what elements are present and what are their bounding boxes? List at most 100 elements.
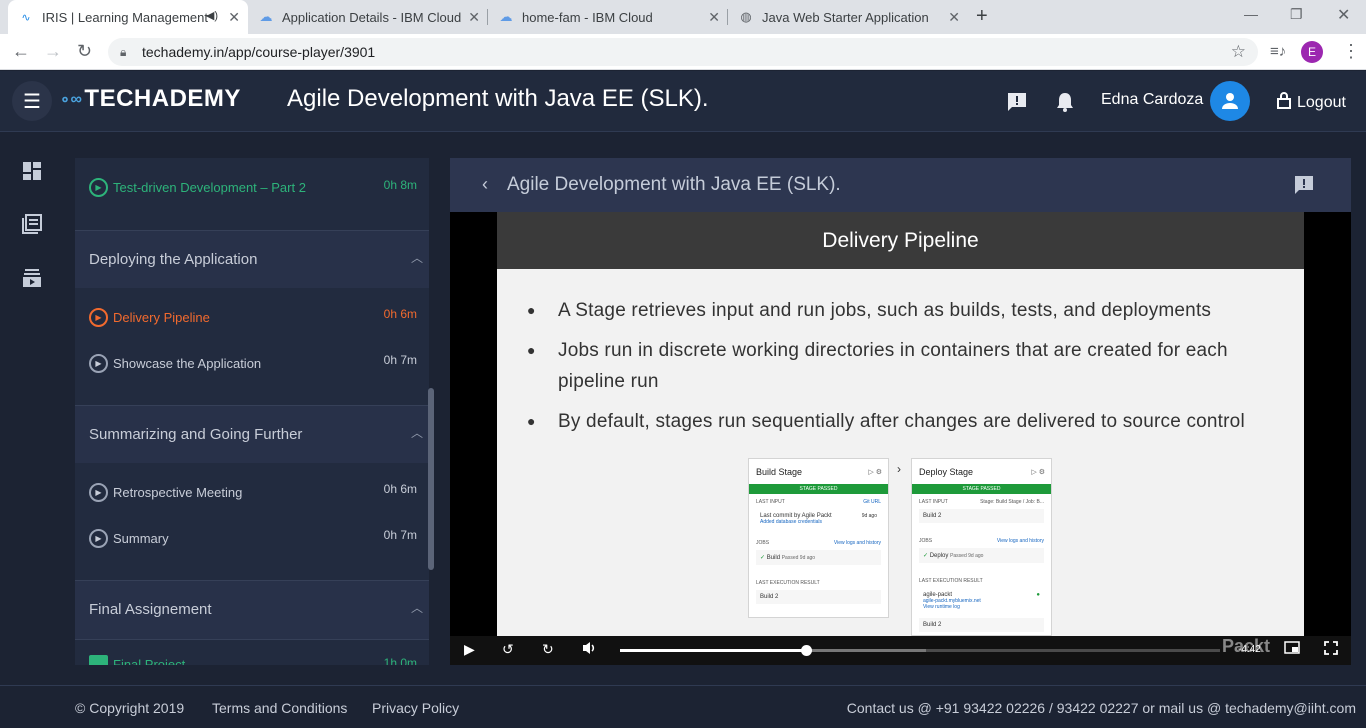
feedback-icon[interactable] (1006, 91, 1028, 119)
chevron-up-icon: ︿ (410, 251, 423, 265)
play-icon[interactable]: ▶ (464, 641, 475, 658)
video-library-icon[interactable] (20, 266, 44, 290)
section-label: LAST EXECUTION RESULT (756, 580, 820, 586)
browser-tab-iris[interactable]: ∿ IRIS | Learning Management ◀) ✕ (8, 0, 248, 34)
browser-tab-java[interactable]: ◍ Java Web Starter Application ✕ (728, 0, 968, 34)
video-frame[interactable]: Delivery Pipeline ● A Stage retrieves inp… (497, 212, 1304, 636)
section-header[interactable]: Final Assignement ︿ (75, 580, 429, 640)
browser-menu-icon[interactable]: ⋮ (1342, 41, 1360, 62)
job-row: ✓ Deploy Passed 9d ago (919, 548, 1044, 563)
lesson-item[interactable]: ▶ Test-driven Development – Part 2 (89, 178, 306, 197)
volume-icon[interactable] (582, 641, 598, 658)
media-queue-icon[interactable]: ≡♪ (1270, 43, 1286, 60)
section-title: Final Assignement (89, 601, 212, 618)
lesson-duration: 0h 7m (383, 353, 417, 367)
seek-handle[interactable] (801, 645, 812, 656)
menu-toggle-button[interactable]: ☰ (12, 81, 52, 121)
assignment-icon (89, 655, 108, 665)
result-row: Build 2 (756, 590, 881, 604)
logo-mark-icon: ∘∞ (60, 91, 83, 108)
lesson-duration: 1h 0m (383, 656, 417, 665)
bullet-text: By default, stages run sequentially afte… (558, 411, 1245, 432)
bullet-item: ● A Stage retrieves input and run jobs, s… (527, 295, 1287, 326)
card-title: Build Stage ▷ ⚙ (756, 466, 882, 477)
commit-row: Last commit by Agile Packt 9d ago Added … (756, 509, 881, 529)
job-row: ✓ Build Passed 9d ago (756, 550, 881, 565)
close-window-icon[interactable]: ✕ (1337, 5, 1350, 25)
reload-icon[interactable]: ↻ (77, 41, 92, 62)
dashboard-icon[interactable] (20, 159, 44, 183)
lesson-item[interactable]: Final Project (89, 655, 185, 665)
bullet-item: ● By default, stages run sequentially aft… (527, 406, 1287, 437)
lesson-item-active[interactable]: ▶ Delivery Pipeline (89, 308, 210, 327)
section-title: Summarizing and Going Further (89, 426, 303, 443)
brand-logo[interactable]: ∘∞ TECHADEMY (60, 85, 241, 113)
lesson-duration: 0h 6m (383, 482, 417, 496)
library-icon[interactable] (20, 212, 44, 236)
left-rail (0, 132, 64, 685)
chevron-up-icon: ︿ (410, 601, 423, 615)
address-bar[interactable]: 🔒︎ techademy.in/app/course-player/3901 ☆ (108, 38, 1258, 66)
play-circle-icon: ▶ (89, 483, 108, 502)
lesson-title: Test-driven Development – Part 2 (113, 180, 306, 195)
seek-bar[interactable] (620, 645, 1220, 656)
player-controls: ▶ ↺ ↻ Packt -4:42 (450, 636, 1351, 665)
user-name[interactable]: Edna Cardoza (1101, 91, 1203, 109)
minimize-icon[interactable]: — (1244, 6, 1258, 22)
played-bar (620, 649, 806, 652)
brand-name: TECHADEMY (84, 85, 241, 112)
new-tab-icon[interactable]: + (976, 5, 988, 28)
play-circle-icon: ▶ (89, 178, 108, 197)
lesson-item[interactable]: ▶ Retrospective Meeting (89, 483, 242, 502)
bullet-item: ● Jobs run in discrete working directorie… (527, 335, 1287, 397)
close-tab-icon[interactable]: ✕ (228, 9, 240, 26)
player-title: Agile Development with Java EE (SLK). (507, 174, 841, 195)
stage-status: STAGE PASSED (749, 484, 888, 494)
play-circle-icon: ▶ (89, 354, 108, 373)
chevron-left-icon[interactable]: ‹ (482, 174, 488, 195)
close-tab-icon[interactable]: ✕ (468, 9, 480, 26)
browser-tab-title: Application Details - IBM Cloud (282, 9, 462, 25)
bullet-text: A Stage retrieves input and run jobs, su… (558, 300, 1212, 321)
forward-icon[interactable]: ↻ (542, 641, 554, 658)
panel-scrollbar[interactable] (428, 388, 434, 570)
forward-arrow-icon[interactable]: → (44, 41, 62, 62)
browser-profile-avatar[interactable]: E (1301, 41, 1323, 63)
user-avatar[interactable] (1210, 81, 1250, 121)
lesson-title: Final Project (113, 657, 186, 665)
close-tab-icon[interactable]: ✕ (948, 9, 960, 26)
bookmark-star-icon[interactable]: ☆ (1231, 42, 1246, 62)
terms-link[interactable]: Terms and Conditions (212, 700, 347, 716)
section-label: JOBS View logs and history (756, 540, 881, 546)
section-header[interactable]: Summarizing and Going Further ︿ (75, 405, 429, 463)
restore-icon[interactable]: ❐ (1290, 6, 1303, 23)
browser-tab-title: Java Web Starter Application (762, 9, 929, 25)
notification-bell-icon[interactable] (1055, 91, 1075, 119)
lesson-duration: 0h 7m (383, 528, 417, 542)
course-contents-panel: ▶ Test-driven Development – Part 2 0h 8m… (75, 158, 429, 665)
section-header[interactable]: Deploying the Application ︿ (75, 230, 429, 288)
audio-icon: ◀) (205, 10, 218, 22)
iris-favicon-icon: ∿ (21, 11, 31, 24)
browser-tab-ibm-app[interactable]: ☁ Application Details - IBM Cloud ✕ (248, 0, 488, 34)
rewind-icon[interactable]: ↺ (502, 641, 514, 658)
browser-tab-title: home-fam - IBM Cloud (522, 9, 653, 25)
copyright-text: © Copyright 2019 (75, 700, 185, 716)
picture-in-picture-icon[interactable] (1284, 641, 1300, 657)
chevron-right-icon: › (897, 462, 901, 476)
lesson-item[interactable]: ▶ Summary (89, 529, 169, 548)
browser-tab-ibm-home[interactable]: ☁ home-fam - IBM Cloud ✕ (488, 0, 728, 34)
privacy-link[interactable]: Privacy Policy (372, 700, 459, 716)
lesson-title: Summary (113, 531, 169, 546)
lesson-title: Retrospective Meeting (113, 485, 243, 500)
cloud-icon: ☁ (499, 9, 513, 24)
lesson-duration: 0h 8m (383, 178, 417, 192)
fullscreen-icon[interactable] (1324, 641, 1338, 658)
close-tab-icon[interactable]: ✕ (708, 9, 720, 26)
lesson-item[interactable]: ▶ Showcase the Application (89, 354, 261, 373)
logout-button[interactable]: Logout (1277, 91, 1346, 114)
input-row: Build 2 (919, 509, 1044, 523)
feedback-icon[interactable] (1293, 174, 1315, 201)
play-circle-icon: ▶ (89, 529, 108, 548)
back-arrow-icon[interactable]: ← (12, 41, 30, 62)
